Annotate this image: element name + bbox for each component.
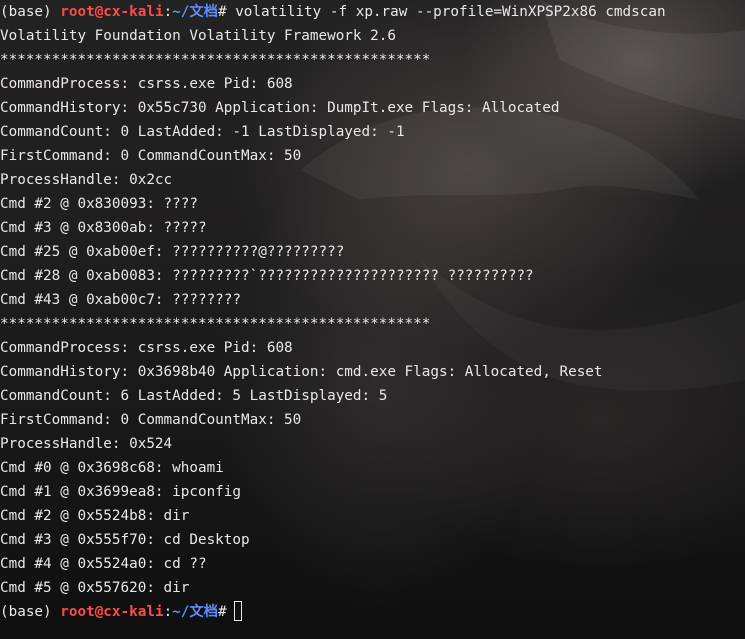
output-line: Cmd #3 @ 0x8300ab: ????? [0,220,207,236]
prompt-line: (base) root@cx-kali:~/文档# volatility -f … [0,0,666,24]
active-prompt-line[interactable]: (base) root@cx-kali:~/文档# [0,600,242,624]
output-line: CommandHistory: 0x55c730 Application: Du… [0,100,560,116]
output-line: CommandCount: 0 LastAdded: -1 LastDispla… [0,124,405,140]
prompt-symbol: # [217,4,227,20]
prompt-env: (base) [0,4,61,20]
command-text: volatility -f xp.raw --profile=WinXPSP2x… [226,4,666,20]
output-line: FirstCommand: 0 CommandCountMax: 50 [0,148,302,164]
output-line: Cmd #25 @ 0xab00ef: ??????????@????????? [0,244,345,260]
prompt-separator: : [163,4,173,20]
output-line: Cmd #28 @ 0xab0083: ?????????`??????????… [0,268,534,284]
prompt-symbol: # [217,604,227,620]
output-line: Cmd #2 @ 0x5524b8: dir [0,508,190,524]
output-line: FirstCommand: 0 CommandCountMax: 50 [0,412,302,428]
output-line: Cmd #1 @ 0x3699ea8: ipconfig [0,484,242,500]
prompt-user-host: root@cx-kali [60,604,164,620]
output-line: CommandHistory: 0x3698b40 Application: c… [0,364,603,380]
prompt-env: (base) [0,604,61,620]
output-line: Cmd #43 @ 0xab00c7: ???????? [0,292,242,308]
prompt-user-host: root@cx-kali [60,4,164,20]
output-line: Cmd #5 @ 0x557620: dir [0,580,190,596]
prompt-path: ~/文档 [172,4,218,20]
output-line: Cmd #2 @ 0x830093: ???? [0,196,198,212]
output-line: Volatility Foundation Volatility Framewo… [0,28,396,44]
output-line: Cmd #0 @ 0x3698c68: whoami [0,460,224,476]
separator-line: ****************************************… [0,316,431,332]
text-cursor[interactable] [233,601,242,621]
prompt-path: ~/文档 [172,604,218,620]
output-line: Cmd #4 @ 0x5524a0: cd ?? [0,556,207,572]
output-line: Cmd #3 @ 0x555f70: cd Desktop [0,532,250,548]
output-line: CommandProcess: csrss.exe Pid: 608 [0,340,293,356]
output-line: CommandProcess: csrss.exe Pid: 608 [0,76,293,92]
output-line: CommandCount: 6 LastAdded: 5 LastDisplay… [0,388,388,404]
output-line: ProcessHandle: 0x524 [0,436,173,452]
output-line: ProcessHandle: 0x2cc [0,172,173,188]
prompt-separator: : [163,604,173,620]
terminal-window[interactable]: (base) root@cx-kali:~/文档# volatility -f … [0,0,745,639]
separator-line: ****************************************… [0,52,431,68]
